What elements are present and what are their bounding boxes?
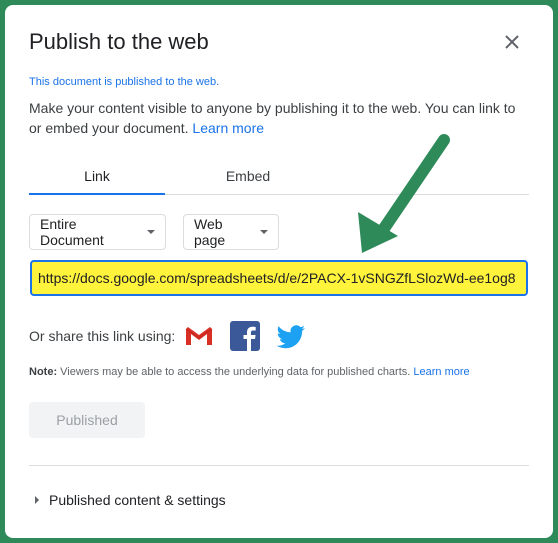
dialog-description: Make your content visible to anyone by p… xyxy=(29,98,529,138)
share-row: Or share this link using: xyxy=(29,320,321,352)
learn-more-link[interactable]: Learn more xyxy=(192,120,264,136)
format-select[interactable]: Web page xyxy=(183,214,279,250)
chevron-down-icon xyxy=(147,230,155,234)
tab-embed[interactable]: Embed xyxy=(165,166,331,194)
twitter-icon[interactable] xyxy=(275,320,307,352)
publish-status: This document is published to the web. xyxy=(29,76,220,88)
gmail-icon[interactable] xyxy=(183,320,215,352)
published-settings-label: Published content & settings xyxy=(49,492,226,508)
publish-url-field[interactable] xyxy=(30,260,528,296)
charts-note: Note: Viewers may be able to access the … xyxy=(29,366,470,378)
facebook-icon[interactable] xyxy=(229,320,261,352)
chevron-down-icon xyxy=(260,230,268,234)
publish-dialog: Publish to the web This document is publ… xyxy=(5,5,553,538)
share-label: Or share this link using: xyxy=(29,328,176,344)
document-scope-select[interactable]: Entire Document xyxy=(29,214,166,250)
published-button[interactable]: Published xyxy=(29,402,145,438)
dialog-title: Publish to the web xyxy=(29,29,209,54)
description-text: Make your content visible to anyone by p… xyxy=(29,100,516,136)
document-scope-value: Entire Document xyxy=(40,216,104,248)
tab-embed-label: Embed xyxy=(225,168,271,184)
expand-triangle-icon xyxy=(35,496,39,504)
note-prefix: Note: xyxy=(29,366,58,378)
note-text: Viewers may be able to access the underl… xyxy=(57,366,411,378)
active-tab-indicator xyxy=(29,193,165,195)
divider xyxy=(29,465,529,466)
tab-link[interactable]: Link xyxy=(29,166,165,195)
published-settings-toggle[interactable]: Published content & settings xyxy=(35,492,226,508)
close-icon[interactable] xyxy=(500,30,524,54)
note-learn-more-link[interactable]: Learn more xyxy=(413,366,469,378)
tab-link-label: Link xyxy=(84,168,110,184)
format-value: Web page xyxy=(194,216,226,248)
tab-bar: Link Embed xyxy=(29,166,529,195)
